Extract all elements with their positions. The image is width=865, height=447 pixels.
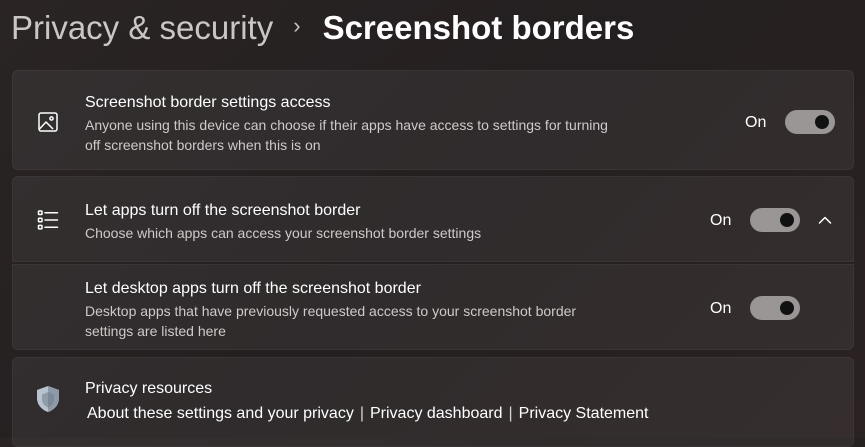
breadcrumb: Privacy & security › Screenshot borders [11, 6, 634, 50]
toggle-state-label: On [745, 114, 767, 131]
privacy-resources-card: Privacy resources About these settings a… [12, 357, 854, 447]
setting-title: Screenshot border settings access [85, 94, 331, 111]
toggle-state-label: On [710, 212, 732, 229]
apps-border-toggle[interactable] [750, 208, 800, 232]
setting-description: Choose which apps can access your screen… [85, 225, 482, 241]
toggle-knob [815, 115, 829, 129]
setting-title: Let desktop apps turn off the screenshot… [85, 280, 421, 297]
border-access-toggle[interactable] [785, 110, 835, 134]
link-separator: | [508, 405, 513, 422]
image-icon [35, 109, 61, 135]
setting-card-desktop-apps: Let desktop apps turn off the screenshot… [12, 264, 854, 350]
chevron-up-icon[interactable] [815, 210, 835, 230]
list-icon [35, 207, 61, 233]
toggle-state-label: On [710, 300, 732, 317]
breadcrumb-parent-link[interactable]: Privacy & security [11, 9, 273, 47]
privacy-statement-link[interactable]: Privacy Statement [519, 405, 649, 422]
toggle-knob [780, 213, 794, 227]
setting-card-apps-header[interactable]: Let apps turn off the screenshot border … [12, 176, 854, 262]
link-separator: | [359, 405, 364, 422]
setting-description: Desktop apps that have previously reques… [85, 303, 577, 339]
about-settings-link[interactable]: About these settings and your privacy [87, 405, 354, 422]
shield-icon [35, 386, 61, 412]
privacy-links: About these settings and your privacy | Pr… [87, 405, 648, 423]
setting-description: Anyone using this device can choose if t… [85, 117, 608, 153]
privacy-dashboard-link[interactable]: Privacy dashboard [370, 405, 503, 422]
breadcrumb-separator-icon: › [293, 13, 301, 38]
setting-card-border-access: Screenshot border settings access Anyone… [12, 70, 854, 170]
toggle-knob [780, 301, 794, 315]
desktop-apps-border-toggle[interactable] [750, 296, 800, 320]
privacy-resources-title: Privacy resources [85, 380, 213, 397]
page-title: Screenshot borders [322, 9, 635, 46]
setting-title: Let apps turn off the screenshot border [85, 202, 361, 219]
